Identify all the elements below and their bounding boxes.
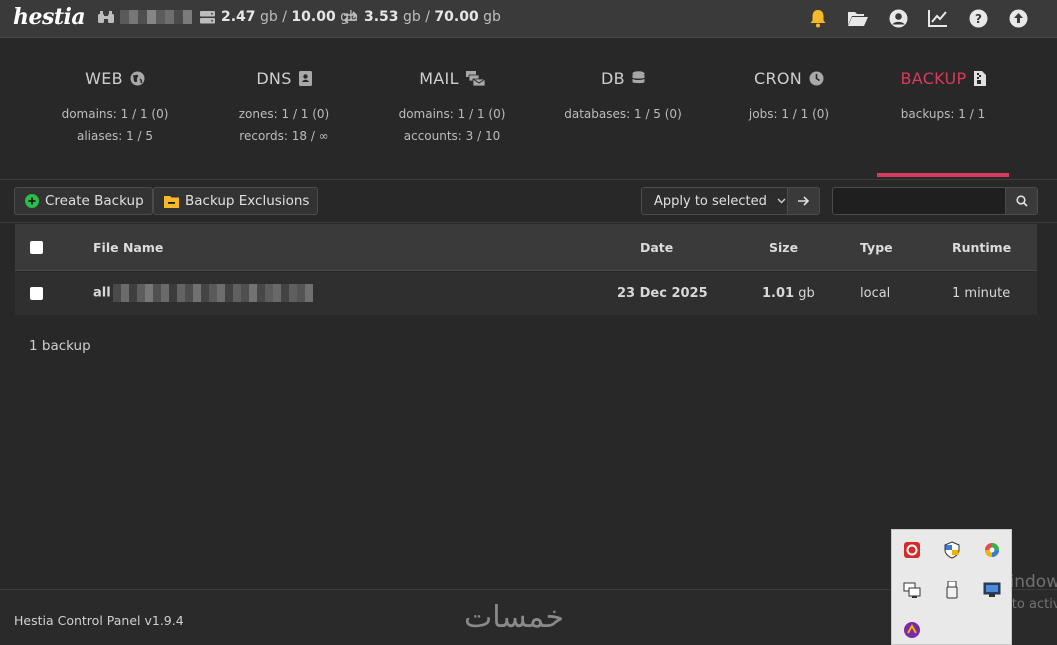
- column-runtime[interactable]: Runtime: [952, 240, 1011, 255]
- backup-size-value: 1.01: [762, 286, 795, 301]
- tab-db-label: DB: [601, 69, 625, 88]
- hard-drive-icon: [200, 10, 215, 23]
- disk-used: 2.47: [221, 9, 256, 25]
- active-tab-indicator: [877, 173, 1009, 177]
- address-book-icon: [298, 71, 312, 86]
- bandwidth-unit: gb /: [403, 9, 430, 25]
- folder-minus-icon: [164, 195, 179, 208]
- hostname: [98, 10, 192, 24]
- hestia-logo[interactable]: hestia: [13, 4, 86, 30]
- backup-count: 1 backup: [29, 338, 91, 354]
- folder-open-icon[interactable]: [847, 7, 869, 29]
- tab-dns-records: records: 18 / ∞: [239, 129, 329, 143]
- backup-size: 1.01 gb: [762, 286, 815, 301]
- table-row[interactable]: all 23 Dec 2025 1.01 gb local 1 minute: [15, 272, 1037, 315]
- tab-cron[interactable]: CRON jobs: 1 / 1 (0): [723, 69, 855, 125]
- backup-file-prefix: all: [93, 285, 111, 301]
- backup-size-unit: gb: [798, 286, 815, 301]
- arrow-right-icon: [797, 196, 809, 206]
- column-date[interactable]: Date: [640, 240, 673, 255]
- network-tray-icon[interactable]: [902, 580, 922, 600]
- column-size[interactable]: Size: [769, 240, 798, 255]
- footer-version: Hestia Control Panel v1.9.4: [14, 613, 184, 628]
- apply-to-selected-select[interactable]: Apply to selected: [641, 187, 788, 215]
- backup-exclusions-label: Backup Exclusions: [185, 193, 310, 209]
- bandwidth-unit: gb: [483, 9, 501, 25]
- help-icon[interactable]: ?: [967, 7, 989, 29]
- row-checkbox[interactable]: [30, 287, 43, 300]
- upload-icon[interactable]: [1007, 7, 1029, 29]
- tab-mail[interactable]: MAIL domains: 1 / 1 (0) accounts: 3 / 10: [386, 69, 518, 147]
- backup-runtime: 1 minute: [952, 286, 1011, 301]
- tab-cron-jobs: jobs: 1 / 1 (0): [748, 107, 830, 121]
- bell-icon[interactable]: [807, 7, 829, 29]
- tab-backup[interactable]: BACKUP backups: 1 / 1: [877, 69, 1009, 125]
- watermark: خمسات: [464, 600, 565, 635]
- tab-web-domains: domains: 1 / 1 (0): [61, 107, 169, 121]
- column-type[interactable]: Type: [860, 240, 893, 255]
- tab-web[interactable]: WEB domains: 1 / 1 (0) aliases: 1 / 5: [49, 69, 181, 147]
- system-tray-popup: [891, 529, 1012, 645]
- clock-icon: [809, 71, 824, 86]
- disk-unit: gb /: [260, 9, 287, 25]
- tab-dns-label: DNS: [256, 69, 292, 88]
- database-icon: [632, 71, 645, 84]
- color-wheel-tray-icon[interactable]: [982, 540, 1002, 560]
- bandwidth-used: 3.53: [364, 9, 399, 25]
- backup-type: local: [860, 286, 891, 301]
- tab-mail-accounts: accounts: 3 / 10: [403, 129, 501, 143]
- backup-exclusions-button[interactable]: Backup Exclusions: [153, 187, 319, 215]
- tab-backup-count: backups: 1 / 1: [900, 107, 986, 121]
- bandwidth-total: 70.00: [434, 9, 479, 25]
- search-button[interactable]: [1005, 187, 1038, 215]
- disk-usage: 2.47 gb / 10.00 gb: [200, 9, 358, 25]
- apply-to-selected-label: Apply to selected: [654, 193, 767, 209]
- create-backup-button[interactable]: Create Backup: [14, 187, 153, 215]
- select-all-checkbox[interactable]: [30, 241, 43, 254]
- backup-date: 23 Dec 2025: [617, 286, 708, 301]
- user-circle-icon[interactable]: [887, 7, 909, 29]
- create-backup-label: Create Backup: [45, 193, 144, 209]
- chevron-down-icon: [777, 198, 786, 204]
- column-file-name[interactable]: File Name: [93, 240, 163, 255]
- antivirus-tray-icon[interactable]: [902, 540, 922, 560]
- globe-icon: [130, 71, 145, 86]
- file-zipper-icon: [973, 71, 986, 86]
- binoculars-icon: [98, 11, 114, 23]
- remote-desktop-tray-icon[interactable]: [982, 580, 1002, 600]
- tab-mail-domains: domains: 1 / 1 (0): [398, 107, 506, 121]
- tab-db[interactable]: DB databases: 1 / 5 (0): [557, 69, 689, 125]
- tab-web-label: WEB: [85, 69, 123, 88]
- tab-dns-zones: zones: 1 / 1 (0): [238, 107, 330, 121]
- mail-bulk-icon: [465, 71, 485, 86]
- tab-mail-label: MAIL: [419, 69, 459, 88]
- disk-total: 10.00: [291, 9, 336, 25]
- app-tray-icon[interactable]: [902, 620, 922, 640]
- hostname-redacted: [120, 10, 192, 24]
- tab-cron-label: CRON: [753, 69, 803, 88]
- search-input[interactable]: [832, 187, 1006, 215]
- plus-circle-icon: [25, 194, 39, 208]
- bandwidth-usage: 3.53 gb / 70.00 gb: [343, 9, 501, 25]
- toolbar: Create Backup Backup Exclusions Apply to…: [0, 180, 1057, 223]
- table-header: File Name Date Size Type Runtime: [15, 224, 1037, 271]
- exchange-icon: [343, 10, 358, 24]
- file-name-redacted: [112, 284, 313, 302]
- top-icons: ?: [807, 7, 1029, 29]
- top-bar: hestia 2.47 gb / 10.00 gb 3.53 gb / 70.0…: [0, 0, 1057, 38]
- main-tabs: WEB domains: 1 / 1 (0) aliases: 1 / 5 DN…: [0, 39, 1057, 180]
- chart-line-icon[interactable]: [927, 7, 949, 29]
- tab-web-aliases: aliases: 1 / 5: [76, 129, 154, 143]
- tab-dns[interactable]: DNS zones: 1 / 1 (0) records: 18 / ∞: [218, 69, 350, 147]
- tab-db-databases: databases: 1 / 5 (0): [564, 107, 682, 121]
- tab-backup-label: BACKUP: [900, 69, 967, 88]
- svg-text:?: ?: [975, 12, 982, 26]
- shield-tray-icon[interactable]: [942, 540, 962, 560]
- usb-tray-icon[interactable]: [942, 580, 962, 600]
- apply-submit-button[interactable]: [787, 187, 820, 215]
- search-icon: [1015, 195, 1028, 207]
- backup-file-name[interactable]: all: [93, 284, 313, 302]
